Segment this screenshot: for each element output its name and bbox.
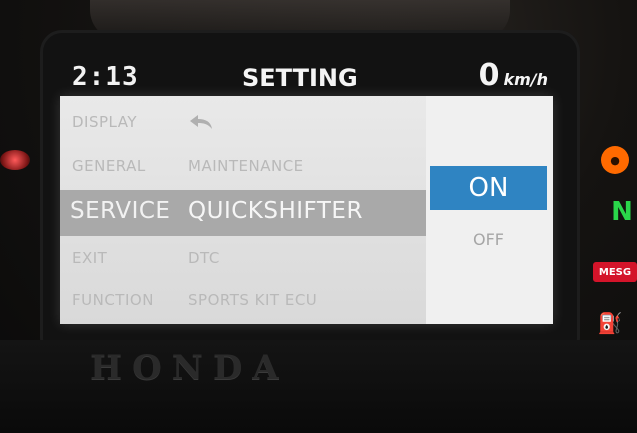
menu-category: GENERAL: [72, 157, 146, 175]
speedometer: 0 km/h: [479, 58, 548, 93]
brand-logo: HONDA: [90, 348, 289, 388]
status-header: 2:13 SETTING 0 km/h: [62, 58, 562, 96]
menu-row-exit[interactable]: EXIT DTC: [60, 238, 426, 278]
screen-title: SETTING: [242, 64, 358, 92]
menu-category: DISPLAY: [72, 113, 138, 131]
menu-category: SERVICE: [70, 198, 171, 224]
settings-screen: DISPLAY GENERAL MAINTENANCE SERVICE QUIC…: [60, 96, 553, 324]
message-indicator: MESG: [593, 262, 637, 282]
menu-category: FUNCTION: [72, 291, 154, 309]
menu-item: QUICKSHIFTER: [188, 198, 363, 224]
warning-light-icon: ●: [601, 146, 629, 174]
clock: 2:13: [72, 62, 139, 92]
menu-item: MAINTENANCE: [188, 157, 304, 175]
menu-item: DTC: [188, 249, 220, 267]
menu-row-general[interactable]: GENERAL MAINTENANCE: [60, 146, 426, 186]
back-arrow-icon[interactable]: [186, 112, 216, 132]
dashboard-frame: 2:13 SETTING 0 km/h DISPLAY GENERAL MAINT…: [0, 0, 637, 433]
menu-item: SPORTS KIT ECU: [188, 291, 318, 309]
menu-category: EXIT: [72, 249, 108, 267]
menu-row-display[interactable]: DISPLAY: [60, 102, 426, 142]
option-off[interactable]: OFF: [430, 222, 547, 256]
speed-unit: km/h: [503, 70, 548, 89]
settings-menu: DISPLAY GENERAL MAINTENANCE SERVICE QUIC…: [60, 96, 426, 324]
speed-value: 0: [478, 58, 500, 93]
neutral-indicator: N: [611, 197, 633, 227]
oil-pressure-icon: ⛽: [597, 311, 623, 335]
menu-row-service-selected[interactable]: SERVICE QUICKSHIFTER: [60, 190, 426, 236]
left-indicator-light: [0, 150, 30, 170]
menu-row-function[interactable]: FUNCTION SPORTS KIT ECU: [60, 280, 426, 320]
option-panel: ON OFF: [426, 96, 553, 324]
option-on-selected[interactable]: ON: [430, 166, 547, 210]
